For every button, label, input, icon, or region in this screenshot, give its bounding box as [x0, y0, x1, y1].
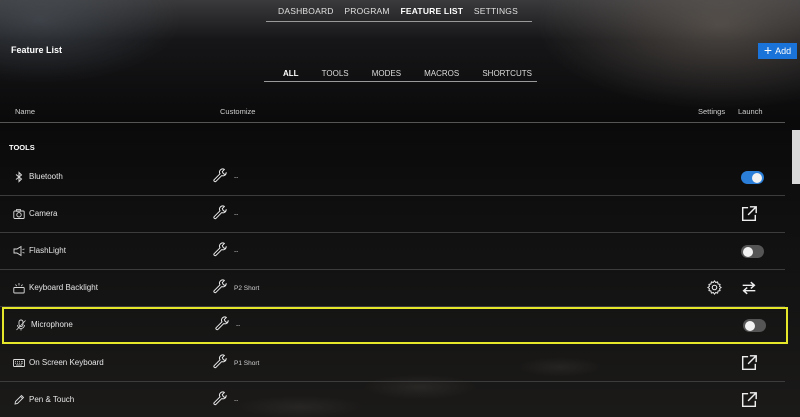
feature-row-camera[interactable]: Camera --	[0, 196, 785, 233]
feature-row-flashlight[interactable]: FlashLight --	[0, 233, 785, 270]
feature-row-pen-touch[interactable]: Pen & Touch --	[0, 382, 785, 417]
tab-macros[interactable]: MACROS	[424, 66, 459, 81]
wrench-icon[interactable]	[212, 168, 229, 185]
open-external-icon[interactable]	[740, 205, 758, 223]
add-button[interactable]: + Add	[758, 43, 797, 59]
keyboard-icon	[13, 359, 25, 367]
page-title: Feature List	[11, 45, 63, 55]
flashlight-icon	[13, 245, 25, 257]
toggle-knob	[745, 320, 755, 331]
toggle-knob	[743, 246, 753, 257]
filter-tabs: ALL TOOLS MODES MACROS SHORTCUTS	[264, 66, 537, 82]
feature-name: Bluetooth	[29, 172, 63, 181]
feature-row-keyboard-backlight[interactable]: Keyboard Backlight P2 Short	[0, 270, 785, 307]
toggle-knob	[752, 172, 762, 183]
camera-icon	[13, 209, 25, 219]
column-header-settings: Settings	[698, 107, 726, 116]
column-header-name: Name	[15, 107, 36, 116]
gear-icon[interactable]	[706, 279, 723, 296]
add-button-label: Add	[775, 46, 792, 56]
column-header-launch: Launch	[738, 107, 763, 116]
customize-value: P1 Short	[234, 360, 260, 367]
scrollbar-thumb[interactable]	[792, 130, 800, 184]
feature-name: Keyboard Backlight	[29, 283, 98, 292]
feature-name: Pen & Touch	[29, 395, 75, 404]
nav-settings[interactable]: SETTINGS	[474, 0, 518, 22]
feature-name: Camera	[29, 209, 58, 218]
column-header-customize: Customize	[220, 107, 256, 116]
customize-value: --	[234, 174, 239, 181]
feature-row-on-screen-keyboard[interactable]: On Screen Keyboard P1 Short	[0, 345, 785, 382]
wrench-icon[interactable]	[212, 205, 229, 222]
nav-dashboard[interactable]: DASHBOARD	[278, 0, 334, 22]
header-divider	[0, 122, 785, 123]
feature-name: FlashLight	[29, 246, 66, 255]
customize-value: --	[234, 211, 239, 218]
tab-shortcuts[interactable]: SHORTCUTS	[482, 66, 532, 81]
bluetooth-icon	[15, 171, 23, 183]
customize-value: --	[234, 397, 239, 404]
launch-toggle[interactable]	[741, 171, 764, 184]
customize-value: --	[234, 248, 239, 255]
tab-all[interactable]: ALL	[283, 66, 299, 81]
tab-tools[interactable]: TOOLS	[322, 66, 349, 81]
microphone-muted-icon	[16, 319, 26, 331]
nav-feature-list[interactable]: FEATURE LIST	[400, 0, 463, 22]
feature-row-bluetooth[interactable]: Bluetooth --	[0, 159, 785, 196]
tab-modes[interactable]: MODES	[372, 66, 401, 81]
section-title-tools: TOOLS	[9, 143, 35, 152]
wrench-icon[interactable]	[212, 354, 229, 371]
nav-program[interactable]: PROGRAM	[344, 0, 389, 22]
customize-value: --	[236, 322, 241, 329]
launch-toggle[interactable]	[743, 319, 766, 332]
keyboard-backlight-icon	[13, 283, 25, 294]
feature-row-microphone[interactable]: Microphone --	[2, 307, 788, 344]
wrench-icon[interactable]	[212, 391, 229, 408]
top-navigation: DASHBOARD PROGRAM FEATURE LIST SETTINGS	[266, 0, 532, 22]
launch-toggle[interactable]	[741, 245, 764, 258]
open-external-icon[interactable]	[740, 354, 758, 372]
plus-icon: +	[763, 42, 773, 58]
feature-name: Microphone	[31, 320, 73, 329]
customize-value: P2 Short	[234, 285, 260, 292]
open-external-icon[interactable]	[740, 391, 758, 409]
wrench-icon[interactable]	[212, 279, 229, 296]
wrench-icon[interactable]	[212, 242, 229, 259]
pen-touch-icon	[14, 394, 25, 405]
cycle-arrows-icon[interactable]	[740, 279, 758, 297]
wrench-icon[interactable]	[214, 316, 231, 333]
feature-name: On Screen Keyboard	[29, 358, 104, 367]
